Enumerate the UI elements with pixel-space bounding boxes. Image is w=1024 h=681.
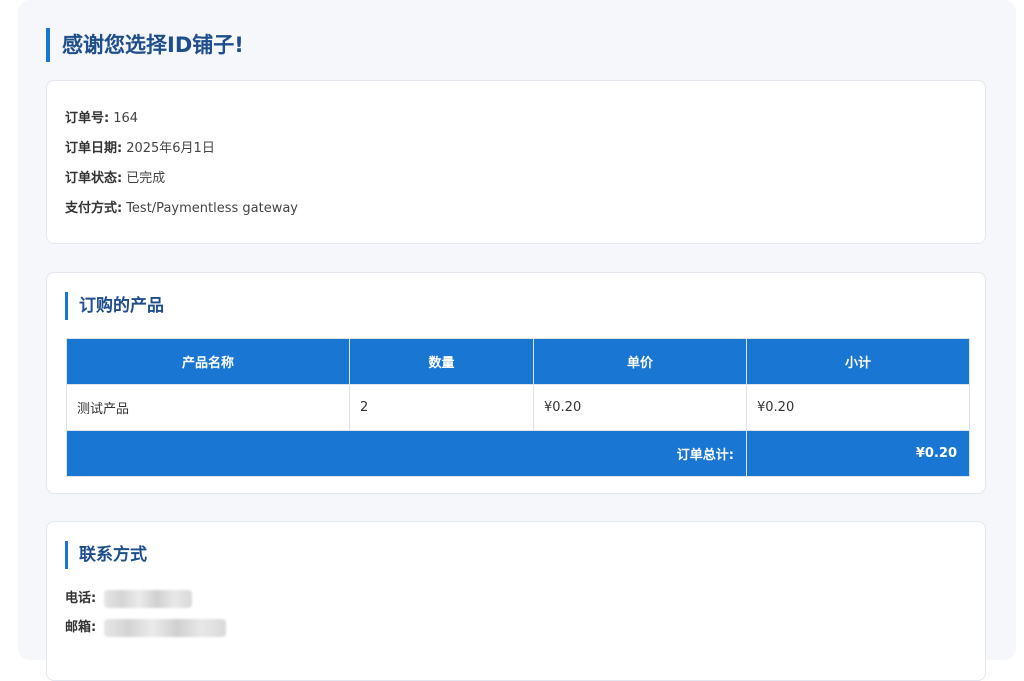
products-section-title: 订购的产品 bbox=[65, 292, 164, 320]
phone-row: 电话: bbox=[65, 589, 193, 609]
email-row: 邮箱: bbox=[65, 618, 227, 638]
table-header-row: 产品名称 数量 单价 小计 bbox=[66, 338, 970, 385]
phone-label: 电话: bbox=[65, 591, 97, 606]
order-number-row: 订单号: 164 bbox=[65, 109, 138, 129]
order-status-row: 订单状态: 已完成 bbox=[65, 169, 165, 189]
quantity-cell: 2 bbox=[349, 384, 534, 431]
order-date-label: 订单日期: bbox=[65, 141, 123, 156]
products-card: 订购的产品 产品名称 数量 单价 小计 测试产品 2 ¥0.20 ¥0.20 订… bbox=[46, 272, 986, 494]
payment-method-value: Test/Paymentless gateway bbox=[126, 201, 298, 216]
order-number-label: 订单号: bbox=[65, 111, 110, 126]
column-header-unit-price: 单价 bbox=[533, 338, 747, 385]
unit-price-cell: ¥0.20 bbox=[533, 384, 747, 431]
table-row: 测试产品 2 ¥0.20 ¥0.20 bbox=[66, 384, 970, 431]
column-header-quantity: 数量 bbox=[349, 338, 534, 385]
product-name-cell: 测试产品 bbox=[66, 384, 350, 431]
email-label: 邮箱: bbox=[65, 620, 97, 635]
products-table: 产品名称 数量 单价 小计 测试产品 2 ¥0.20 ¥0.20 订单总计: ¥… bbox=[66, 338, 970, 477]
column-header-subtotal: 小计 bbox=[746, 338, 970, 385]
email-redacted bbox=[104, 618, 227, 637]
order-info-card: 订单号: 164 订单日期: 2025年6月1日 订单状态: 已完成 支付方式: Tes… bbox=[46, 80, 986, 244]
order-date-row: 订单日期: 2025年6月1日 bbox=[65, 139, 215, 159]
order-number-value: 164 bbox=[113, 111, 139, 126]
payment-method-label: 支付方式: bbox=[65, 201, 123, 216]
contact-section-title: 联系方式 bbox=[65, 541, 147, 569]
order-total-value: ¥0.20 bbox=[746, 430, 970, 477]
order-date-value: 2025年6月1日 bbox=[126, 141, 215, 156]
contact-card: 联系方式 电话: 邮箱: bbox=[46, 521, 986, 681]
order-total-row: 订单总计: ¥0.20 bbox=[66, 430, 970, 477]
phone-redacted bbox=[104, 589, 193, 608]
order-total-label: 订单总计: bbox=[66, 430, 747, 477]
column-header-product-name: 产品名称 bbox=[66, 338, 350, 385]
subtotal-cell: ¥0.20 bbox=[746, 384, 970, 431]
order-status-label: 订单状态: bbox=[65, 171, 123, 186]
order-status-value: 已完成 bbox=[126, 171, 166, 186]
payment-method-row: 支付方式: Test/Paymentless gateway bbox=[65, 199, 298, 219]
page-title: 感谢您选择ID铺子! bbox=[46, 28, 244, 62]
page-container: 感谢您选择ID铺子! 订单号: 164 订单日期: 2025年6月1日 订单状态: 已… bbox=[18, 0, 1016, 681]
